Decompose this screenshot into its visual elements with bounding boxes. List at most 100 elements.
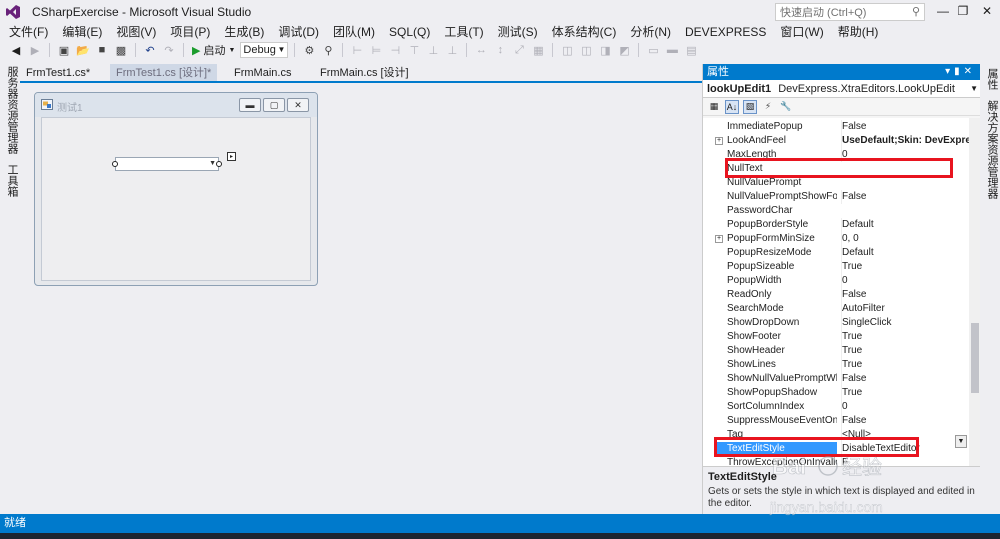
align-right-icon[interactable]: ⊣ xyxy=(387,42,403,58)
menu-help[interactable]: 帮助(H) xyxy=(831,24,886,40)
toolbox-tab[interactable]: 工具箱 xyxy=(4,164,20,197)
property-row[interactable]: + PopupFormMinSize 0, 0 xyxy=(703,232,969,246)
same-size-icon[interactable]: ⤢ xyxy=(511,42,527,58)
resize-handle-left[interactable] xyxy=(112,161,118,167)
expand-icon[interactable]: + xyxy=(715,137,723,145)
horizontal-spacing-icon[interactable]: ◫ xyxy=(559,42,575,58)
scrollbar-thumb[interactable] xyxy=(971,323,979,393)
form-maximize-button[interactable]: ▢ xyxy=(263,98,285,112)
property-row[interactable]: PasswordChar xyxy=(703,204,969,218)
property-row[interactable]: PopupWidth 0 xyxy=(703,274,969,288)
property-value[interactable]: True xyxy=(841,260,969,274)
properties-tab[interactable]: 属性 xyxy=(984,68,1000,90)
save-all-icon[interactable]: ▩ xyxy=(113,42,129,58)
property-value[interactable]: False xyxy=(841,288,969,302)
property-row[interactable]: PopupBorderStyle Default xyxy=(703,218,969,232)
value-dropdown-button[interactable]: ▼ xyxy=(955,435,967,448)
start-debugging-button[interactable]: ▶ 启动 ▼ xyxy=(190,42,237,58)
categorized-icon[interactable]: ▦ xyxy=(707,100,721,114)
restore-button[interactable]: ❐ xyxy=(950,0,976,22)
object-selector[interactable]: lookUpEdit1 DevExpress.XtraEditors.LookU… xyxy=(703,80,980,98)
menu-edit[interactable]: 编辑(E) xyxy=(55,24,109,40)
server-explorer-tab[interactable]: 服务器资源管理器 xyxy=(4,66,20,154)
property-value[interactable]: Default xyxy=(841,218,969,232)
property-value[interactable]: False xyxy=(841,190,969,204)
property-value[interactable]: Default xyxy=(841,246,969,260)
size-to-grid-icon[interactable]: ▦ xyxy=(530,42,546,58)
property-value[interactable]: 0, 0 xyxy=(841,232,969,246)
property-row[interactable]: SuppressMouseEventOnC False xyxy=(703,414,969,428)
property-row[interactable]: ShowLines True xyxy=(703,358,969,372)
property-value[interactable]: False xyxy=(841,372,969,386)
smart-tag-icon[interactable]: ▸ xyxy=(227,152,236,161)
align-center-icon[interactable]: ⊨ xyxy=(368,42,384,58)
property-value[interactable]: 0 xyxy=(841,400,969,414)
menu-sql[interactable]: SQL(Q) xyxy=(382,24,437,40)
designed-form[interactable]: 测试1 ▬ ▢ ✕ ▼ ▸ xyxy=(34,92,318,286)
lookup-edit-control[interactable]: ▼ xyxy=(115,157,219,171)
property-value[interactable]: AutoFilter xyxy=(841,302,969,316)
form-caption-bar[interactable]: 测试1 ▬ ▢ ✕ xyxy=(35,93,317,117)
align-left-icon[interactable]: ⊢ xyxy=(349,42,365,58)
menu-project[interactable]: 项目(P) xyxy=(163,24,217,40)
form-client-area[interactable]: ▼ ▸ xyxy=(41,117,311,281)
property-row[interactable]: PopupSizeable True xyxy=(703,260,969,274)
open-file-icon[interactable]: 📂 xyxy=(75,42,91,58)
new-project-icon[interactable]: ▣ xyxy=(56,42,72,58)
property-row[interactable]: NullValuePromptShowFor False xyxy=(703,190,969,204)
attach-icon[interactable]: ⚙ xyxy=(301,42,317,58)
property-row[interactable]: SearchMode AutoFilter xyxy=(703,302,969,316)
events-icon[interactable]: ⚡ xyxy=(761,100,775,114)
menu-team[interactable]: 团队(M) xyxy=(326,24,382,40)
tab-frmtest1-code[interactable]: FrmTest1.cs* xyxy=(20,64,96,82)
property-value[interactable]: True xyxy=(841,386,969,400)
menu-analyze[interactable]: 分析(N) xyxy=(623,24,678,40)
redo-icon[interactable]: ↷ xyxy=(161,42,177,58)
property-row[interactable]: NullValuePrompt xyxy=(703,176,969,190)
property-row[interactable]: ImmediatePopup False xyxy=(703,120,969,134)
center-horizontally-icon[interactable]: ◨ xyxy=(597,42,613,58)
send-to-back-icon[interactable]: ▬ xyxy=(664,42,680,58)
forward-icon[interactable]: ▶ xyxy=(27,42,43,58)
quick-launch-input[interactable]: 快速启动 (Ctrl+Q) ⚲ xyxy=(775,3,925,21)
property-row[interactable]: ShowFooter True xyxy=(703,330,969,344)
align-top-icon[interactable]: ⊤ xyxy=(406,42,422,58)
tab-frmtest1-design[interactable]: FrmTest1.cs [设计]* xyxy=(110,64,218,82)
property-row[interactable]: PopupResizeMode Default xyxy=(703,246,969,260)
property-value[interactable]: SingleClick xyxy=(841,316,969,330)
dropdown-arrow-icon[interactable]: ▼ xyxy=(209,160,216,167)
property-pages-icon[interactable]: 🔧 xyxy=(779,100,793,114)
window-options-icon[interactable]: ▾▮✕ xyxy=(945,64,976,80)
property-value[interactable]: False xyxy=(841,120,969,134)
vertical-spacing-icon[interactable]: ◫ xyxy=(578,42,594,58)
resize-handle-right[interactable] xyxy=(216,161,222,167)
tab-frmmain-code[interactable]: FrmMain.cs xyxy=(228,64,297,82)
menu-architecture[interactable]: 体系结构(C) xyxy=(545,24,624,40)
tab-frmmain-design[interactable]: FrmMain.cs [设计] xyxy=(314,64,415,82)
menu-devexpress[interactable]: DEVEXPRESS xyxy=(678,24,773,40)
property-row[interactable]: ShowHeader True xyxy=(703,344,969,358)
property-value[interactable]: 0 xyxy=(841,274,969,288)
menu-test[interactable]: 测试(S) xyxy=(491,24,545,40)
undo-icon[interactable]: ↶ xyxy=(142,42,158,58)
find-icon[interactable]: ⚲ xyxy=(320,42,336,58)
align-bottom-icon[interactable]: ⊥ xyxy=(444,42,460,58)
property-row[interactable]: ThrowExceptionOnInvalid F xyxy=(703,456,969,466)
property-row[interactable]: ShowPopupShadow True xyxy=(703,386,969,400)
form-close-button[interactable]: ✕ xyxy=(287,98,309,112)
same-height-icon[interactable]: ↕ xyxy=(492,42,508,58)
property-row[interactable]: SortColumnIndex 0 xyxy=(703,400,969,414)
alphabetical-icon[interactable]: A↓ xyxy=(725,99,739,114)
expand-icon[interactable]: + xyxy=(715,235,723,243)
tab-order-icon[interactable]: ▤ xyxy=(683,42,699,58)
property-value[interactable]: True xyxy=(841,330,969,344)
property-value[interactable]: UseDefault;Skin: DevExpress xyxy=(841,134,969,148)
properties-icon[interactable]: ▧ xyxy=(743,99,757,114)
center-vertically-icon[interactable]: ◩ xyxy=(616,42,632,58)
property-value[interactable]: F xyxy=(841,456,969,466)
bring-to-front-icon[interactable]: ▭ xyxy=(645,42,661,58)
menu-file[interactable]: 文件(F) xyxy=(2,24,55,40)
menu-build[interactable]: 生成(B) xyxy=(217,24,271,40)
solution-configuration-select[interactable]: Debug ▼ xyxy=(240,42,289,58)
solution-explorer-tab[interactable]: 解决方案资源管理器 xyxy=(984,100,1000,199)
